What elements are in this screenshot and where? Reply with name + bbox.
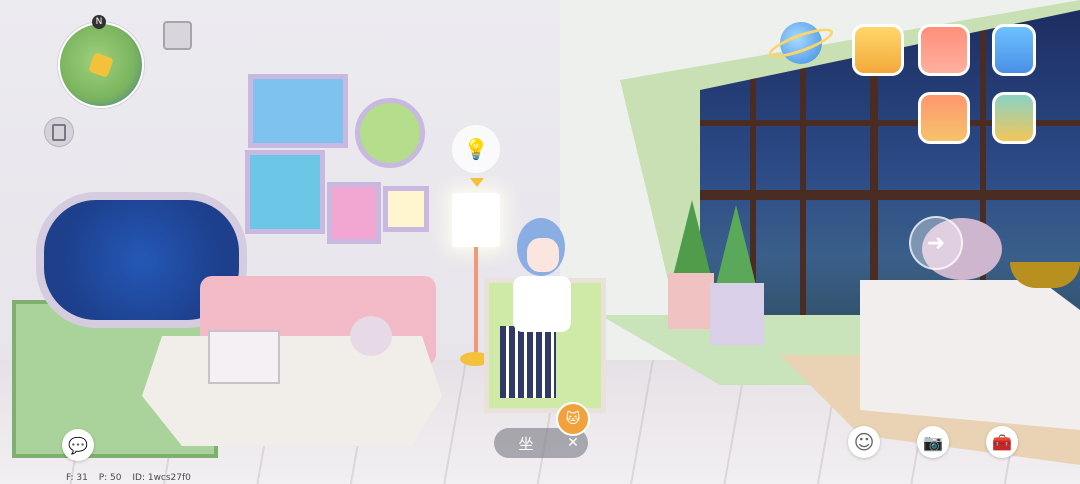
emote-icon: ☺	[853, 430, 875, 454]
toolbox-button[interactable]: 🧰	[986, 426, 1018, 458]
character-face	[527, 238, 559, 272]
calendar-icon[interactable]	[163, 21, 192, 50]
phone-icon[interactable]	[992, 24, 1036, 76]
person-exit-icon: ➜	[926, 230, 946, 256]
duck-gentleman-frame[interactable]	[245, 150, 325, 234]
chat-button[interactable]: 💬	[62, 429, 94, 461]
gift-icon[interactable]	[852, 24, 904, 76]
duck-round-frame[interactable]	[355, 98, 425, 168]
duck-small-frame[interactable]	[383, 186, 429, 232]
character-legs	[500, 326, 556, 398]
side-table[interactable]	[860, 280, 1080, 430]
teapot[interactable]	[350, 316, 392, 356]
plant-leaves-2	[716, 205, 756, 285]
player-id-readout: ID: 1wcs27f0	[132, 473, 191, 483]
camera-button[interactable]: 📷	[917, 426, 949, 458]
character-body	[513, 276, 571, 332]
interact-pointer-icon	[470, 178, 484, 187]
ping-readout: P: 50	[98, 473, 122, 483]
duck-picture-frame[interactable]	[248, 74, 348, 148]
cancel-action-icon[interactable]: ✕	[558, 435, 588, 451]
lavender-plant-pot[interactable]	[710, 283, 764, 345]
house-icon[interactable]	[918, 92, 970, 144]
compass-icon: N	[92, 15, 106, 29]
planet-icon[interactable]	[780, 22, 822, 64]
succulent-planter[interactable]	[208, 330, 280, 384]
minimap[interactable]	[58, 22, 144, 108]
emote-button[interactable]: ☺	[848, 426, 880, 458]
floor-lamp-shade[interactable]	[452, 193, 500, 247]
camera-icon: 📷	[923, 432, 943, 452]
shopping-basket-icon[interactable]	[918, 24, 970, 76]
toolbox-icon: 🧰	[992, 432, 1012, 452]
chat-icon: 💬	[68, 435, 88, 455]
fps-readout: F: 31	[66, 473, 88, 483]
quest-clipboard-icon[interactable]	[44, 117, 74, 147]
pet-cat-icon[interactable]: 🐱	[556, 402, 590, 436]
exit-room-button[interactable]: ➜	[909, 216, 963, 270]
backpack-icon[interactable]	[992, 92, 1036, 144]
coffee-table[interactable]	[142, 336, 442, 446]
player-position-icon	[88, 52, 114, 78]
duck-pink-frame[interactable]	[327, 182, 381, 244]
lightbulb-icon: 💡	[463, 137, 489, 161]
debug-stats: F: 31 P: 50 ID: 1wcs27f0	[66, 473, 199, 483]
sit-action-label[interactable]: 坐	[494, 433, 558, 454]
floor-lamp-pole	[474, 247, 478, 357]
plant-leaves-1	[672, 200, 712, 280]
pink-plant-pot[interactable]	[668, 273, 714, 329]
lightbulb-interact-button[interactable]: 💡	[452, 125, 500, 173]
